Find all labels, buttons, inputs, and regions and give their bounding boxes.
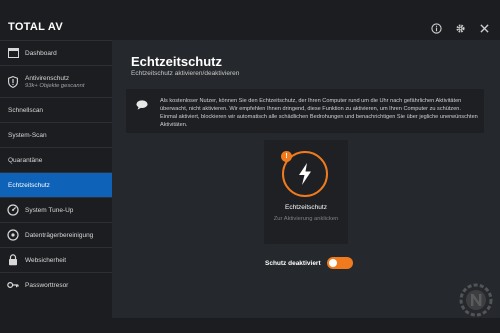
sidebar-item-label: Quarantäne [8, 156, 43, 164]
speech-bubble-icon [136, 97, 148, 110]
sidebar-item-label: System-Scan [8, 131, 47, 139]
sidebar-item-web-security[interactable]: Websicherheit [0, 247, 112, 272]
sidebar-item-system-scan[interactable]: System-Scan [0, 122, 112, 147]
gear-icon[interactable] [454, 22, 466, 34]
sidebar-item-disk-cleanup[interactable]: Datenträgerbereinigung [0, 222, 112, 247]
sidebar-item-label: Echtzeitschutz [8, 181, 50, 189]
sidebar-item-label: System Tune-Up [25, 206, 74, 214]
info-message-box: Als kostenloser Nutzer, können Sie den E… [126, 89, 484, 133]
toggle-knob [328, 259, 337, 267]
sidebar-item-quick-scan[interactable]: Schnellscan [0, 97, 112, 122]
dashboard-icon [7, 47, 19, 59]
card-title: Echtzeitschutz [285, 204, 327, 211]
speedometer-icon [7, 204, 19, 216]
sidebar-item-password-vault[interactable]: Passworttresor [0, 272, 112, 297]
main-panel: Echtzeitschutz Echtzeitschutz aktivieren… [112, 40, 500, 318]
key-icon [7, 279, 19, 291]
watermark-logo [458, 282, 494, 318]
info-icon[interactable] [430, 22, 442, 34]
sidebar-item-label: Antivirenschutz [25, 74, 70, 82]
shield-icon [7, 75, 19, 88]
disk-icon [7, 229, 19, 241]
sidebar-item-label: Datenträgerbereinigung [25, 231, 94, 239]
sidebar: Dashboard Antivirenschutz 93k+ Objekte g… [0, 40, 112, 318]
app-logo: TOTAL AV [8, 21, 63, 33]
sidebar-item-sublabel: 93k+ Objekte gescannt [25, 82, 85, 89]
lightning-icon [299, 163, 311, 185]
protection-toggle-row: Schutz deaktiviert [265, 257, 353, 269]
page-subtitle: Echtzeitschutz aktivieren/deaktivieren [131, 70, 240, 77]
sidebar-item-system-tuneup[interactable]: System Tune-Up [0, 197, 112, 222]
sidebar-item-label: Websicherheit [25, 256, 67, 264]
sidebar-item-label: Dashboard [25, 49, 57, 57]
sidebar-item-antivirus[interactable]: Antivirenschutz 93k+ Objekte gescannt [0, 65, 112, 97]
page-title: Echtzeitschutz [131, 54, 223, 69]
sidebar-item-realtime-protection[interactable]: Echtzeitschutz [0, 172, 112, 197]
protection-toggle[interactable] [326, 257, 353, 269]
alert-badge: ! [281, 151, 292, 162]
close-icon[interactable] [478, 22, 490, 34]
realtime-protection-card[interactable]: ! Echtzeitschutz Zur Aktivierung anklick… [264, 140, 348, 244]
sidebar-item-quarantine[interactable]: Quarantäne [0, 147, 112, 172]
titlebar-icons [430, 22, 490, 34]
title-bar: TOTAL AV [0, 0, 500, 40]
lock-icon [7, 254, 19, 266]
toggle-label: Schutz deaktiviert [265, 259, 321, 267]
info-text: Als kostenloser Nutzer, können Sie den E… [160, 98, 478, 128]
sidebar-item-label: Passworttresor [25, 281, 69, 289]
sidebar-item-label: Schnellscan [8, 106, 44, 114]
sidebar-item-dashboard[interactable]: Dashboard [0, 40, 112, 65]
card-subtitle: Zur Aktivierung anklicken [273, 216, 339, 222]
